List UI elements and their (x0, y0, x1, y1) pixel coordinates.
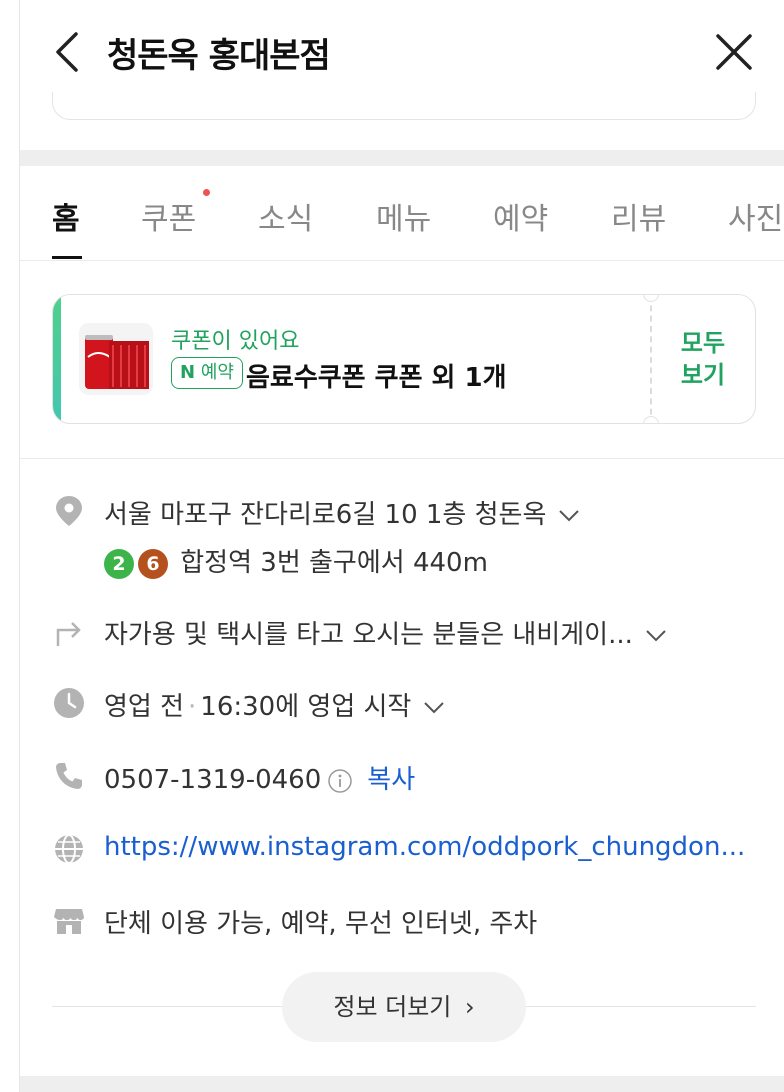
coupon-card[interactable]: 쿠폰이 있어요 N 예약 음료수쿠폰 쿠폰 외 1개 모두 보기 (52, 294, 756, 424)
tab-menu[interactable]: 메뉴 (376, 194, 431, 238)
chevron-down-icon (424, 701, 445, 713)
clock-icon (52, 686, 86, 720)
hours-status: 영업 전 (104, 692, 185, 722)
coupon-notch-top (643, 295, 659, 302)
more-info-button[interactable]: 정보 더보기 › (282, 972, 526, 1042)
directions-text: 자가용 및 택시를 타고 오시는 분들은 내비게이... (104, 620, 633, 650)
coupon-notch-bottom (643, 416, 659, 423)
view-all-line1: 모두 (680, 329, 726, 357)
hours-separator: · (188, 692, 197, 722)
phone-icon (52, 759, 86, 793)
phone-row: 0507-1319-0460 복사 (52, 757, 772, 797)
close-icon[interactable] (712, 30, 756, 74)
reservation-badge-label: 예약 (200, 362, 234, 383)
coupon-accent-bar (53, 295, 61, 423)
naver-n-icon: N (180, 362, 196, 383)
chevron-down-icon (646, 629, 666, 641)
chevron-down-icon (559, 509, 580, 521)
tab-coupon[interactable]: 쿠폰 (141, 194, 196, 238)
globe-icon (52, 832, 86, 866)
page-title: 청돈옥 홍대본점 (107, 36, 331, 76)
location-pin-icon (52, 494, 86, 528)
tab-bar: 홈 쿠폰 소식 메뉴 예약 리뷰 사진 (20, 166, 784, 261)
coupon-dashed-divider (650, 295, 652, 423)
more-info-label: 정보 더보기 (333, 993, 452, 1021)
tab-reservation[interactable]: 예약 (493, 194, 548, 238)
tab-review[interactable]: 리뷰 (611, 194, 666, 238)
copy-phone-button[interactable]: 복사 (367, 765, 415, 795)
amenities-text: 단체 이용 가능, 예약, 무선 인터넷, 주차 (104, 909, 538, 939)
back-arrow-icon[interactable] (50, 30, 90, 74)
website-row: https://www.instagram.com/oddpork_chungd… (52, 830, 772, 870)
subway-line-2-badge: 2 (104, 548, 134, 579)
subway-text: 합정역 3번 출구에서 440m (180, 548, 488, 578)
directions-row[interactable]: 자가용 및 택시를 타고 오시는 분들은 내비게이... (52, 612, 772, 652)
phone-number[interactable]: 0507-1319-0460 (104, 765, 321, 795)
active-tab-indicator (52, 256, 82, 259)
store-icon (52, 903, 86, 937)
view-all-line2: 보기 (680, 361, 726, 389)
info-icon[interactable] (327, 768, 353, 794)
tab-news[interactable]: 소식 (258, 194, 313, 238)
left-edge (0, 0, 20, 1092)
tab-home[interactable]: 홈 (52, 194, 80, 238)
amenities-row: 단체 이용 가능, 예약, 무선 인터넷, 주차 (52, 901, 772, 941)
coupon-product-image (79, 323, 153, 395)
turn-arrow-icon (52, 614, 86, 648)
coupon-title: 음료수쿠폰 쿠폰 외 1개 (246, 363, 507, 393)
address-text: 서울 마포구 잔다리로6길 10 1층 청돈옥 (104, 500, 547, 530)
subway-line-6-badge: 6 (138, 548, 168, 579)
address-row: 서울 마포구 잔다리로6길 10 1층 청돈옥 26 합정역 3번 출구에서 4… (52, 492, 772, 582)
tab-photo[interactable]: 사진 (728, 194, 783, 238)
hours-row[interactable]: 영업 전 · 16:30에 영업 시작 (52, 684, 772, 724)
subway-info: 26 합정역 3번 출구에서 440m (104, 542, 488, 579)
section-divider (20, 458, 784, 459)
header: 청돈옥 홍대본점 (20, 0, 784, 102)
hours-detail: 16:30에 영업 시작 (200, 692, 412, 722)
address-toggle[interactable]: 서울 마포구 잔다리로6길 10 1층 청돈옥 (104, 494, 580, 531)
section-gap-bottom (20, 1076, 784, 1092)
coupon-headline: 쿠폰이 있어요 (171, 329, 300, 354)
chevron-right-icon: › (465, 993, 475, 1021)
section-gap (20, 150, 784, 166)
previous-card-edge (52, 92, 756, 120)
new-dot-badge (203, 189, 210, 196)
view-all-coupons-button[interactable]: 모두 보기 (657, 327, 749, 391)
website-link[interactable]: https://www.instagram.com/oddpork_chungd… (104, 832, 745, 862)
reservation-badge: N 예약 (171, 357, 243, 389)
